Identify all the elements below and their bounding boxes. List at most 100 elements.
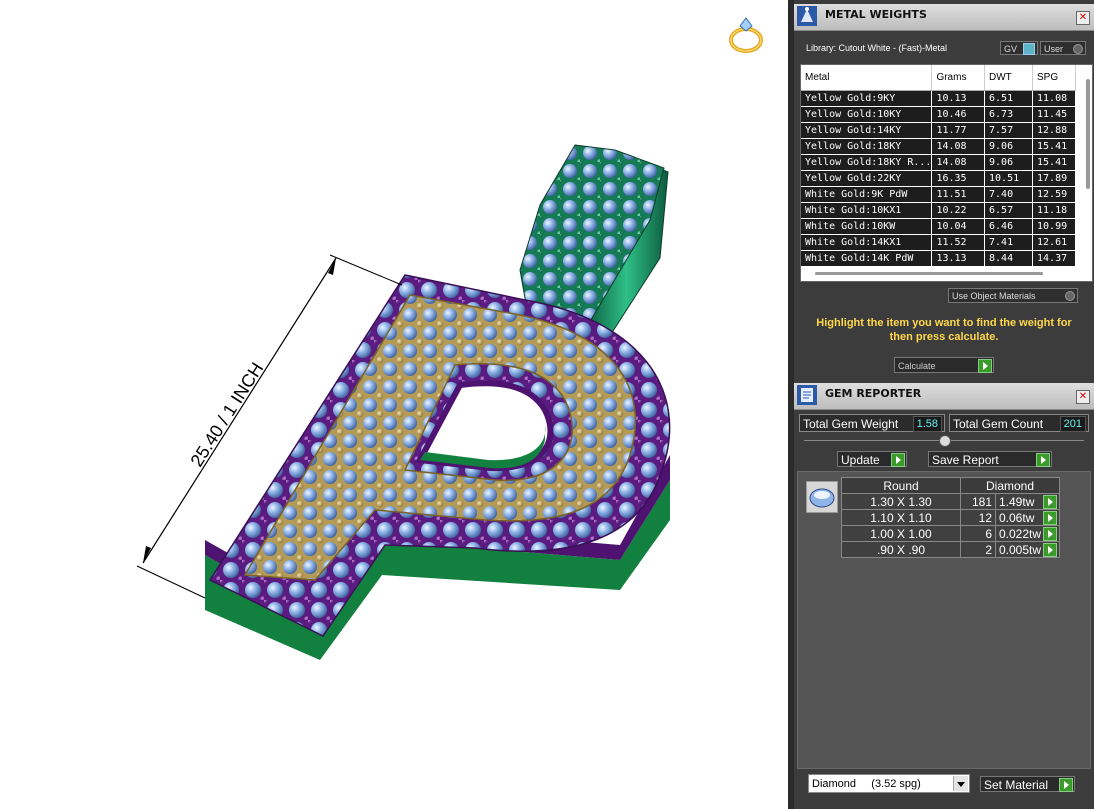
play-arrow-icon [891,453,905,467]
material-select[interactable]: Diamond (3.52 spg) [808,774,970,793]
play-arrow-icon [1036,453,1050,467]
dwt-cell: 10.51 [984,170,1034,187]
table-row[interactable]: White Gold:9K PdW 11.51 7.40 12.59 [801,186,1076,203]
close-icon[interactable]: ✕ [1076,11,1090,25]
spg-cell: 12.59 [1032,186,1076,203]
metal-name-cell: White Gold:9K PdW [801,186,933,203]
play-arrow-icon[interactable] [1043,527,1058,541]
horizontal-scrollbar[interactable] [815,272,1043,275]
gv-toggle[interactable]: GV [1000,41,1038,55]
side-panel: METAL WEIGHTS ✕ Library: Cutout White - … [794,0,1094,809]
save-report-button[interactable]: Save Report [928,451,1052,467]
chevron-down-icon [953,776,968,791]
play-arrow-icon[interactable] [1043,495,1058,509]
gem-row[interactable]: 1.00 X 1.00 6 0.022tw [841,525,1061,542]
spg-cell: 11.18 [1032,202,1076,219]
calculate-label: Calculate [898,361,936,371]
gem-report-area: Round Diamond 1.30 X 1.30 181 1.49tw 1.10 X… [797,471,1091,769]
spg-cell: 11.08 [1032,90,1076,107]
table-row[interactable]: Yellow Gold:18KY 14.08 9.06 15.41 [801,138,1076,155]
grams-cell: 11.51 [931,186,986,203]
dwt-cell: 9.06 [984,154,1034,171]
update-label: Update [841,453,880,467]
dwt-cell: 7.40 [984,186,1034,203]
dwt-cell: 7.41 [984,234,1034,251]
save-report-label: Save Report [932,453,999,467]
3d-viewport[interactable]: 25.40 / 1 INCH [0,0,790,809]
set-material-button[interactable]: Set Material [980,776,1075,792]
spg-cell: 14.37 [1032,250,1076,267]
gem-header-row: Round Diamond [841,477,1061,494]
toggle-on-icon [1023,43,1035,55]
play-arrow-icon [978,359,992,373]
close-icon[interactable]: ✕ [1076,390,1090,404]
grams-cell: 10.22 [931,202,986,219]
play-arrow-icon[interactable] [1043,543,1058,557]
column-header-dwt[interactable]: DWT [984,65,1034,91]
pendant-model: 25.40 / 1 INCH [136,17,763,660]
gem-count-cell: 181 [960,493,996,510]
metal-weights-title: METAL WEIGHTS [825,8,927,21]
ring-icon[interactable] [729,17,763,53]
metal-weights-titlebar: METAL WEIGHTS ✕ [794,4,1094,31]
gem-count-cell: 12 [960,509,996,526]
spg-cell: 12.61 [1032,234,1076,251]
table-row[interactable]: Yellow Gold:10KY 10.46 6.73 11.45 [801,106,1076,123]
gem-row[interactable]: .90 X .90 2 0.005tw [841,541,1061,558]
table-row[interactable]: White Gold:14KX1 11.52 7.41 12.61 [801,234,1076,251]
scale-icon [797,6,817,26]
splitter-handle[interactable] [939,435,951,447]
metal-name-cell: White Gold:14K PdW [801,250,933,267]
gem-size-cell: 1.30 X 1.30 [841,493,961,510]
spg-cell: 15.41 [1032,154,1076,171]
column-header-grams[interactable]: Grams [931,65,986,91]
vertical-scrollbar[interactable] [1086,79,1090,189]
spg-cell: 17.89 [1032,170,1076,187]
gem-weight-value: 0.022tw [999,526,1042,541]
gem-type-header: Diamond [959,477,1061,494]
material-select-value: Diamond (3.52 spg) [812,778,921,790]
gem-row[interactable]: 1.10 X 1.10 12 0.06tw [841,509,1061,526]
dwt-cell: 6.57 [984,202,1034,219]
gem-count-cell: 6 [960,525,996,542]
table-row[interactable]: White Gold:10KW 10.04 6.46 10.99 [801,218,1076,235]
update-button[interactable]: Update [837,451,907,467]
column-header-metal[interactable]: Metal [801,65,933,91]
calculate-button[interactable]: Calculate [894,357,994,373]
table-row[interactable]: Yellow Gold:22KY 16.35 10.51 17.89 [801,170,1076,187]
toggle-off-icon [1065,291,1075,301]
user-label: User [1044,44,1064,54]
gem-reporter-title: GEM REPORTER [825,387,922,400]
metal-name-cell: Yellow Gold:22KY [801,170,933,187]
gem-weight-cell: 0.022tw [994,525,1061,542]
metal-name-cell: Yellow Gold:10KY [801,106,933,123]
table-row[interactable]: Yellow Gold:18KY R... 14.08 9.06 15.41 [801,154,1076,171]
total-gem-count-label: Total Gem Count [953,417,1044,431]
table-row[interactable]: White Gold:10KX1 10.22 6.57 11.18 [801,202,1076,219]
total-gem-weight-label: Total Gem Weight [803,417,899,431]
set-material-label: Set Material [984,778,1049,792]
gem-row[interactable]: 1.30 X 1.30 181 1.49tw [841,493,1061,510]
gem-size-cell: 1.10 X 1.10 [841,509,961,526]
gv-label: GV [1004,44,1018,54]
grams-cell: 14.08 [931,154,986,171]
letter-p [205,274,671,660]
spg-cell: 12.88 [1032,122,1076,139]
round-diamond-icon[interactable] [806,481,838,513]
table-row[interactable]: White Gold:14K PdW 13.13 8.44 14.37 [801,250,1076,267]
spg-cell: 15.41 [1032,138,1076,155]
play-arrow-icon [1059,778,1073,792]
column-header-spg[interactable]: SPG [1032,65,1076,91]
table-row[interactable]: Yellow Gold:14KY 11.77 7.57 12.88 [801,122,1076,139]
metal-weights-table[interactable]: Metal Grams DWT SPG Yellow Gold:9KY 10.13… [800,64,1093,282]
table-row[interactable]: Yellow Gold:9KY 10.13 6.51 11.08 [801,90,1076,107]
spg-cell: 11.45 [1032,106,1076,123]
user-toggle[interactable]: User [1040,41,1086,55]
gem-size-cell: .90 X .90 [841,541,961,558]
gem-size-cell: 1.00 X 1.00 [841,525,961,542]
gem-weight-value: 0.005tw [999,542,1042,557]
play-arrow-icon[interactable] [1043,511,1058,525]
dwt-cell: 6.51 [984,90,1034,107]
dwt-cell: 9.06 [984,138,1034,155]
use-object-materials-toggle[interactable]: Use Object Materials [948,288,1078,303]
